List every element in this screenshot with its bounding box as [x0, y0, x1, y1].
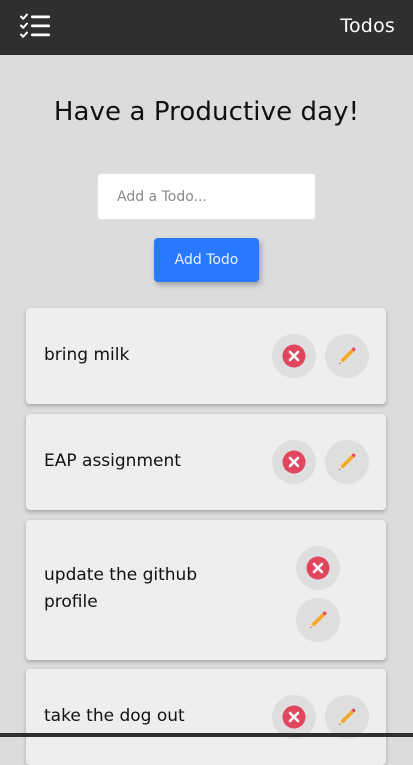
- pencil-icon: [339, 347, 356, 364]
- delete-x-icon: [282, 344, 306, 368]
- edit-button[interactable]: [325, 334, 369, 378]
- delete-button[interactable]: [272, 440, 316, 484]
- delete-x-icon: [306, 556, 330, 580]
- pencil-icon: [339, 453, 356, 470]
- todo-text: EAP assignment: [44, 451, 181, 471]
- navbar: Todos: [0, 0, 413, 55]
- bottom-bar: [0, 733, 413, 737]
- delete-button[interactable]: [296, 546, 340, 590]
- edit-button[interactable]: [296, 598, 340, 642]
- add-todo-button[interactable]: Add Todo: [154, 238, 259, 282]
- page-headline: Have a Productive day!: [53, 97, 360, 127]
- delete-x-icon: [282, 705, 306, 729]
- todo-text: bring milk: [44, 345, 130, 365]
- todo-text: take the dog out: [44, 706, 185, 726]
- pencil-icon: [339, 708, 356, 725]
- pencil-icon: [310, 611, 327, 628]
- edit-button[interactable]: [325, 440, 369, 484]
- todo-card: update the github profile: [26, 520, 386, 660]
- checklist-icon[interactable]: [20, 13, 51, 41]
- todo-text: update the github profile: [44, 565, 198, 612]
- delete-button[interactable]: [272, 334, 316, 378]
- todo-card: EAP assignment: [26, 414, 386, 510]
- todo-card: take the dog out: [26, 669, 386, 765]
- todo-card: bring milk: [26, 308, 386, 404]
- todo-input[interactable]: [97, 173, 316, 220]
- delete-x-icon: [282, 450, 306, 474]
- app-title: Todos: [340, 15, 395, 37]
